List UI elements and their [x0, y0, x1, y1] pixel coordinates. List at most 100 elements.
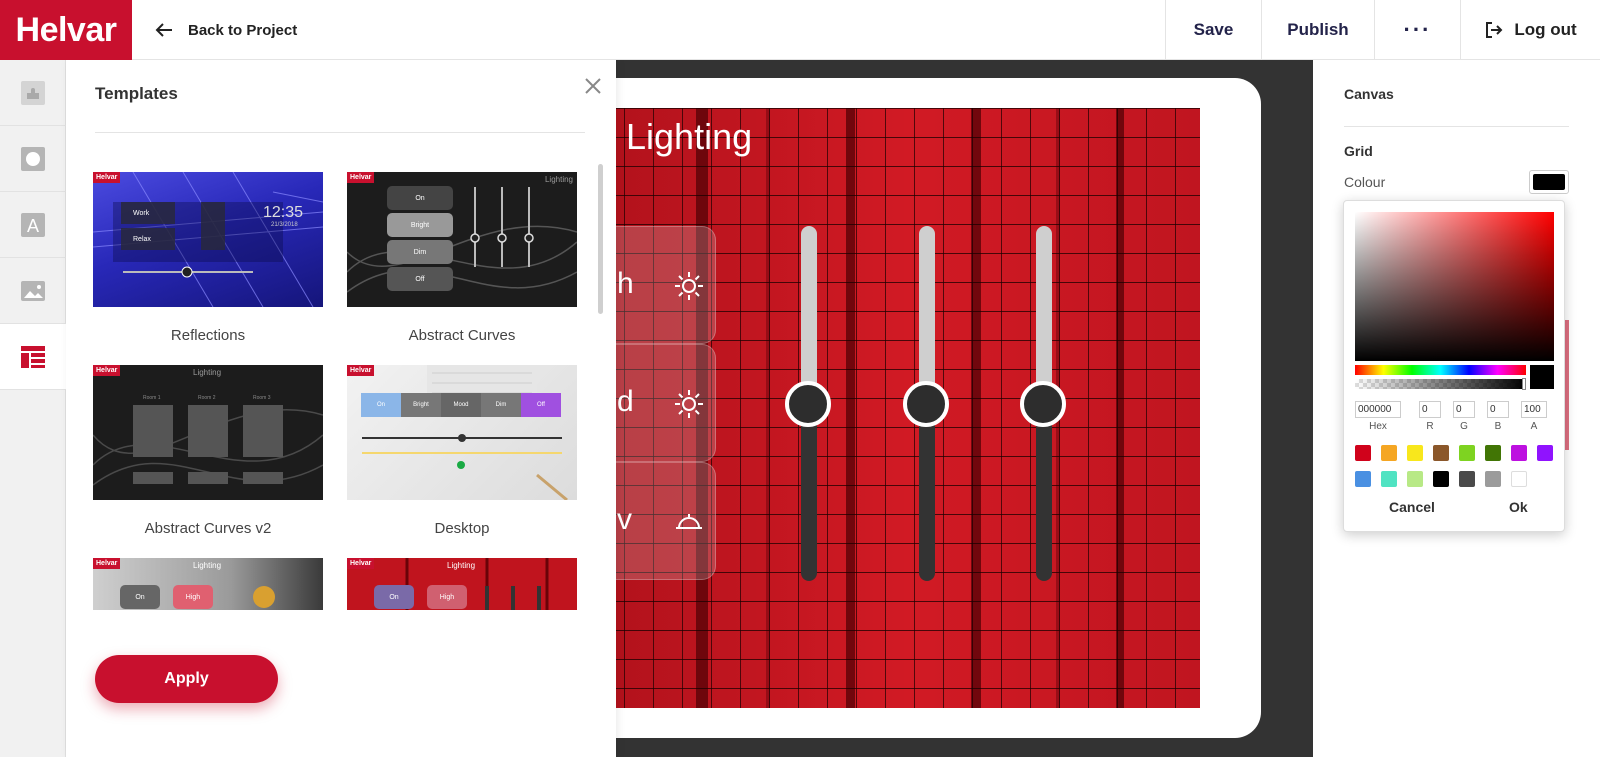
section-title-canvas: Canvas: [1344, 86, 1394, 102]
template-badge: Helvar: [93, 558, 121, 569]
thumb-button: On: [387, 186, 453, 210]
saturation-area[interactable]: [1355, 212, 1554, 361]
abstract-curves-v2-graphic: [93, 405, 323, 486]
preset-swatches: [1355, 445, 1555, 497]
thumb-button: Bright: [401, 393, 441, 417]
scrollbar[interactable]: [598, 164, 603, 314]
thumb-date: 21/3/2018: [271, 222, 298, 228]
template-thumbnail: Helvar Lighting On High: [93, 558, 323, 610]
panel-title: Templates: [95, 84, 178, 103]
more-options-button[interactable]: ···: [1374, 0, 1460, 60]
preset-color-swatch[interactable]: [1381, 471, 1397, 487]
preset-color-swatch[interactable]: [1511, 471, 1527, 487]
preset-color-swatch[interactable]: [1355, 471, 1371, 487]
logout-button[interactable]: Log out: [1460, 0, 1600, 60]
thumb-button: Mood: [441, 393, 481, 417]
g-input[interactable]: [1453, 401, 1475, 418]
rail-item-text[interactable]: A: [0, 192, 66, 258]
scene-button-1[interactable]: h: [616, 226, 716, 344]
colour-swatch-button[interactable]: [1529, 170, 1569, 194]
logout-icon: [1486, 22, 1503, 38]
slider-handle[interactable]: [785, 380, 831, 427]
scene-button-3[interactable]: v: [616, 462, 716, 580]
preset-color-swatch[interactable]: [1407, 445, 1423, 461]
template-card-desktop[interactable]: Helvar On Bright Mood Dim Off Desktop: [347, 365, 577, 537]
preset-color-swatch[interactable]: [1511, 445, 1527, 461]
alpha-slider[interactable]: [1355, 378, 1526, 390]
canvas-screen[interactable]: Lighting h d v: [616, 108, 1200, 708]
templates-icon: [21, 345, 45, 368]
thumb-button: On: [374, 585, 414, 609]
hue-slider[interactable]: [1355, 365, 1526, 375]
back-label: Back to Project: [188, 21, 298, 39]
preset-row: [1355, 471, 1555, 487]
color-fields: Hex R G B A: [1355, 399, 1554, 433]
save-button[interactable]: Save: [1165, 0, 1261, 60]
hex-input[interactable]: [1355, 401, 1401, 418]
tool-rail: A: [0, 60, 66, 757]
template-card-reflections[interactable]: Helvar Work Relax 12:35 21/3/2018 Reflec…: [93, 172, 323, 344]
template-thumbnail: Helvar Lighting On Bright Dim Off: [347, 172, 577, 307]
template-name: Desktop: [434, 520, 490, 537]
rail-item-shapes[interactable]: [0, 126, 66, 192]
level-slider-3[interactable]: [1019, 226, 1069, 586]
scene-button-2[interactable]: d: [616, 344, 716, 462]
cancel-button[interactable]: Cancel: [1389, 499, 1435, 515]
preset-color-swatch[interactable]: [1485, 445, 1501, 461]
apply-button[interactable]: Apply: [95, 655, 278, 703]
text-icon: A: [21, 212, 45, 237]
level-slider-2[interactable]: [902, 226, 952, 586]
b-label: B: [1494, 421, 1502, 432]
sun-icon: [675, 272, 703, 300]
a-input[interactable]: [1521, 401, 1547, 418]
preset-color-swatch[interactable]: [1381, 445, 1397, 461]
thumb-header: Lighting: [193, 561, 222, 570]
template-name: Reflections: [170, 327, 246, 344]
preset-color-swatch[interactable]: [1459, 471, 1475, 487]
canvas-title[interactable]: Lighting: [626, 116, 752, 158]
preset-color-swatch[interactable]: [1537, 445, 1553, 461]
bulb-graphic: [253, 586, 275, 608]
rail-item-components[interactable]: [0, 60, 66, 126]
template-thumbnail: Helvar Work Relax 12:35 21/3/2018: [93, 172, 323, 307]
svg-text:A: A: [27, 216, 39, 236]
b-input[interactable]: [1487, 401, 1509, 418]
thumb-time: 12:35: [263, 204, 304, 221]
preset-color-swatch[interactable]: [1407, 471, 1423, 487]
r-input[interactable]: [1419, 401, 1441, 418]
level-slider-1[interactable]: [784, 226, 834, 586]
preset-color-swatch[interactable]: [1459, 445, 1475, 461]
publish-button[interactable]: Publish: [1261, 0, 1374, 60]
thumb-button: High: [173, 585, 213, 609]
preset-color-swatch[interactable]: [1433, 445, 1449, 461]
template-thumbnail: Helvar Lighting On High: [347, 558, 577, 610]
scene-label: d: [617, 385, 634, 418]
template-card-abstract-curves-v2[interactable]: Helvar Lighting Room 1 Room 2 Room 3 Abs…: [93, 365, 323, 537]
helvar-logo[interactable]: Helvar: [0, 0, 132, 60]
rail-item-templates[interactable]: [0, 324, 66, 390]
template-card-abstract-curves[interactable]: Helvar Lighting On Bright Dim Off Abstra…: [347, 172, 577, 344]
slider-handle[interactable]: [903, 380, 949, 427]
template-name: Abstract Curves: [408, 327, 516, 344]
ok-button[interactable]: Ok: [1509, 499, 1528, 515]
divider: [1344, 126, 1569, 127]
template-card-5[interactable]: Helvar Lighting On High: [93, 558, 323, 610]
slider-track: [1036, 226, 1052, 404]
preset-color-swatch[interactable]: [1485, 471, 1501, 487]
template-name: Abstract Curves v2: [144, 520, 272, 537]
alpha-handle[interactable]: [1522, 378, 1526, 390]
sun-icon: [675, 390, 703, 418]
template-card-6[interactable]: Helvar Lighting On High: [347, 558, 577, 610]
preset-color-swatch[interactable]: [1355, 445, 1371, 461]
back-to-project-link[interactable]: Back to Project: [154, 0, 297, 60]
thumb-button: Dim: [481, 393, 521, 417]
rail-item-images[interactable]: [0, 258, 66, 324]
preset-color-swatch[interactable]: [1433, 471, 1449, 487]
thumb-header: Lighting: [447, 561, 476, 570]
color-preview: [1530, 365, 1554, 389]
section-title-grid: Grid: [1344, 143, 1373, 159]
close-icon[interactable]: [581, 74, 605, 98]
g-label: G: [1460, 421, 1468, 432]
slider-handle[interactable]: [1020, 380, 1066, 427]
preset-row: [1355, 445, 1555, 461]
